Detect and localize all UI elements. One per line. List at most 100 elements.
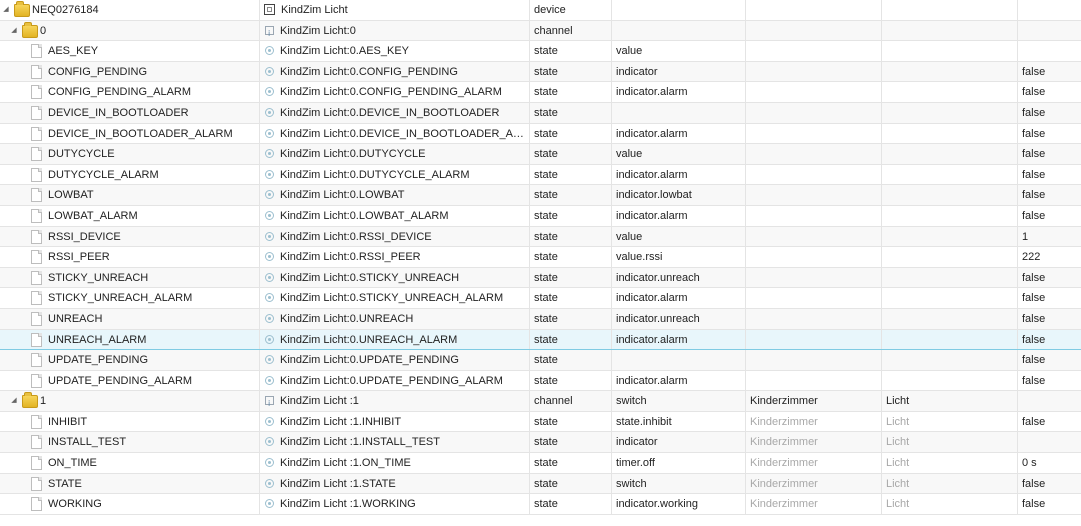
id-cell: LOWBAT_ALARM — [0, 205, 260, 226]
value-cell: 222 — [1022, 251, 1041, 264]
value-cell — [1018, 41, 1081, 61]
name-cell: KindZim Licht — [260, 0, 530, 20]
function-cell: Licht — [882, 453, 1018, 473]
id-cell: AES_KEY — [0, 41, 260, 61]
document-icon — [31, 85, 42, 100]
table-row[interactable]: LOWBAT_ALARM KindZim Licht:0.LOWBAT_ALARM… — [0, 205, 1081, 227]
object-name-label: KindZim Licht:0.LOWBAT — [280, 189, 405, 202]
tree-folder-row[interactable]: ◢1KindZim Licht :1channelswitchKinderzim… — [0, 391, 1081, 412]
expand-toggle-icon[interactable]: ◢ — [9, 391, 19, 411]
table-row[interactable]: LOWBAT KindZim Licht:0.LOWBAT state indicat… — [0, 185, 1081, 206]
id-cell: ON_TIME — [0, 453, 260, 473]
type-cell: state — [530, 411, 612, 432]
id-cell: ◢ 0 — [0, 20, 260, 41]
table-row[interactable]: INSTALL_TEST KindZim Licht :1.INSTALL_TES… — [0, 432, 1081, 454]
table-row[interactable]: CONFIG_PENDING_ALARM KindZim Licht:0.CONF… — [0, 82, 1081, 103]
id-cell: INHIBIT — [0, 411, 260, 432]
table-row[interactable]: STICKY_UNREACH KindZim Licht:0.STICKY_UNR… — [0, 267, 1081, 289]
table-row[interactable]: UNREACH_ALARM KindZim Licht:0.UNREACH_ALA… — [0, 329, 1081, 351]
state-type-icon — [265, 190, 274, 200]
id-cell: CONFIG_PENDING_ALARM — [0, 82, 260, 102]
document-icon — [31, 332, 42, 347]
role-cell: timer.off — [612, 453, 746, 473]
table-row[interactable]: INHIBIT KindZim Licht :1.INHIBIT state stat… — [0, 411, 1081, 433]
table-row[interactable]: ON_TIME KindZim Licht :1.ON_TIME state time… — [0, 453, 1081, 474]
role-cell: indicator.alarm — [612, 329, 746, 350]
table-row[interactable]: CONFIG_PENDING KindZim Licht:0.CONFIG_PEN… — [0, 61, 1081, 83]
room-cell — [746, 247, 882, 267]
type-cell: state — [530, 41, 612, 61]
table-row[interactable]: DUTYCYCLE_ALARM KindZim Licht:0.DUTYCYCLE… — [0, 164, 1081, 186]
document-icon — [31, 188, 42, 203]
room-cell — [746, 0, 882, 20]
value-cell — [1018, 21, 1081, 41]
function-cell — [882, 329, 1018, 350]
function-cell: Licht — [882, 432, 1018, 453]
value-cell: false — [1022, 148, 1046, 161]
role-cell: indicator.working — [612, 494, 746, 514]
name-cell: KindZim Licht:0.AES_KEY — [260, 41, 530, 61]
value-cell: 0 s — [1022, 457, 1037, 470]
object-id-label: UPDATE_PENDING — [48, 354, 149, 367]
state-type-icon — [265, 478, 274, 488]
room-cell: Kinderzimmer — [746, 411, 882, 432]
table-row[interactable]: UNREACH KindZim Licht:0.UNREACH state indic… — [0, 308, 1081, 330]
document-icon — [31, 456, 42, 471]
function-cell — [882, 41, 1018, 61]
function-cell — [882, 82, 1018, 102]
table-row[interactable]: DUTYCYCLE KindZim Licht:0.DUTYCYCLE state v… — [0, 144, 1081, 165]
object-id-label: 0 — [40, 24, 47, 37]
name-cell: KindZim Licht:0.UNREACH_ALARM — [260, 329, 530, 350]
document-icon — [31, 64, 42, 79]
function-cell — [882, 20, 1018, 41]
document-icon — [31, 414, 42, 429]
object-name-label: KindZim Licht :1.STATE — [280, 477, 396, 490]
table-row[interactable]: UPDATE_PENDING_ALARM KindZim Licht:0.UPDA… — [0, 370, 1081, 392]
type-cell: state — [530, 226, 612, 247]
object-tree-table: ◢NEQ0276184KindZim Lichtdevice◢0KindZim … — [0, 0, 1081, 515]
expand-toggle-icon[interactable]: ◢ — [9, 21, 19, 41]
role-cell: value — [612, 41, 746, 61]
value-cell: false — [1022, 415, 1046, 428]
id-cell: DUTYCYCLE — [0, 144, 260, 164]
object-id-label: ON_TIME — [48, 457, 97, 470]
state-type-icon — [265, 210, 274, 220]
document-icon — [31, 250, 42, 265]
type-cell: state — [530, 370, 612, 391]
id-cell: WORKING — [0, 494, 260, 514]
table-row[interactable]: STATE KindZim Licht :1.STATE state switch Ki… — [0, 473, 1081, 495]
function-cell — [882, 350, 1018, 370]
table-row[interactable]: AES_KEY KindZim Licht:0.AES_KEY state value — [0, 41, 1081, 62]
type-cell: state — [530, 432, 612, 453]
role-cell: indicator.alarm — [612, 123, 746, 144]
object-id-label: RSSI_PEER — [48, 251, 110, 264]
table-row[interactable]: RSSI_PEER KindZim Licht:0.RSSI_PEER state v… — [0, 247, 1081, 268]
table-row[interactable]: DEVICE_IN_BOOTLOADER KindZim Licht:0.DEVI… — [0, 102, 1081, 124]
tree-folder-row[interactable]: ◢0KindZim Licht:0channel — [0, 20, 1081, 42]
id-cell: ◢ 1 — [0, 391, 260, 411]
role-cell — [612, 0, 746, 20]
table-row[interactable]: WORKING KindZim Licht :1.WORKING state indi… — [0, 494, 1081, 515]
table-row[interactable]: UPDATE_PENDING KindZim Licht:0.UPDATE_PEN… — [0, 350, 1081, 371]
object-name-label: KindZim Licht:0.LOWBAT_ALARM — [280, 209, 449, 222]
tree-folder-row[interactable]: ◢ NEQ0276184 KindZim Licht device — [0, 0, 1081, 21]
type-cell: state — [530, 164, 612, 185]
expand-toggle-icon[interactable]: ◢ — [1, 0, 11, 20]
object-name-label: KindZim Licht:0.UNREACH — [280, 312, 414, 325]
object-id-label: DUTYCYCLE — [48, 148, 115, 161]
function-cell — [882, 0, 1018, 20]
id-cell: ◢ NEQ0276184 — [0, 0, 260, 20]
object-name-label: KindZim Licht:0.DUTYCYCLE_ALARM — [280, 168, 470, 181]
name-cell: KindZim Licht :1 — [260, 391, 530, 411]
object-name-label: KindZim Licht:0 — [280, 24, 356, 37]
id-cell: DEVICE_IN_BOOTLOADER — [0, 102, 260, 123]
table-row[interactable]: DEVICE_IN_BOOTLOADER_ALARM KindZim Licht:… — [0, 123, 1081, 145]
document-icon — [31, 373, 42, 388]
table-row[interactable]: STICKY_UNREACH_ALARM KindZim Licht:0.STIC… — [0, 288, 1081, 309]
room-cell — [746, 205, 882, 226]
state-type-icon — [265, 87, 274, 97]
table-row[interactable]: RSSI_DEVICE KindZim Licht:0.RSSI_DEVICE st… — [0, 226, 1081, 248]
role-cell — [612, 350, 746, 370]
document-icon — [31, 44, 42, 59]
value-cell — [1018, 432, 1081, 452]
